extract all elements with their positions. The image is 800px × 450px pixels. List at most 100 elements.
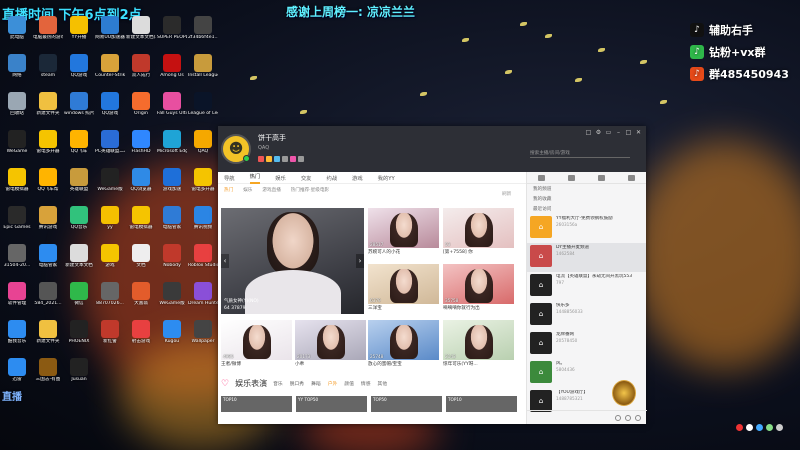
desktop-icon[interactable]: 三国志-有图 [33, 358, 63, 382]
ranking-thumb[interactable]: YY TOP50 [296, 396, 367, 412]
desktop-icon[interactable]: 雷电多开器 [188, 168, 218, 192]
search-input[interactable]: 搜索主播/房间/游戏 [530, 148, 630, 158]
window-control-button[interactable]: ✕ [635, 129, 642, 136]
desktop-icon[interactable]: YY开播 [64, 16, 94, 40]
section-tab-6[interactable]: 其他 [378, 380, 388, 387]
desktop-icon[interactable]: 射击游戏 [126, 320, 156, 344]
desktop-icon[interactable]: 文档 [126, 244, 156, 268]
info-icon[interactable] [635, 414, 641, 421]
desktop-icon[interactable]: 英雄联盟 [64, 168, 94, 192]
desktop-icon[interactable]: 电脑管家 [33, 244, 63, 268]
channel-item[interactable]: ⌂ 龙牌番网 20578450 [527, 330, 646, 359]
keyboard-icon[interactable] [776, 423, 783, 431]
desktop-icon[interactable]: 双人成行 [126, 54, 156, 78]
home-icon[interactable] [538, 174, 546, 181]
window-control-button[interactable]: □ [625, 129, 632, 136]
desktop-icon[interactable]: QQ游戏 [64, 54, 94, 78]
stream-card[interactable]: 35758 嘀嘀嘀你就行为出 [443, 264, 514, 311]
subtab-0[interactable]: 热门 [224, 187, 233, 193]
desktop-icon[interactable]: Origin [126, 92, 156, 116]
desktop-icon[interactable]: Fall Guys Ultimate [157, 92, 187, 116]
sidebar-section-0[interactable]: 我的频道 [527, 184, 646, 194]
ranking-thumb[interactable]: TOP50 [371, 396, 442, 412]
desktop-icon[interactable]: Among Us [157, 54, 187, 78]
section-tab-5[interactable]: 情感 [361, 380, 371, 387]
desktop-icon[interactable]: 软件管理 [2, 282, 32, 306]
tab-3[interactable]: 交友 [301, 174, 312, 182]
user-icon[interactable] [597, 174, 605, 181]
desktop-icon[interactable]: Install League o... [188, 54, 218, 78]
carousel-next-icon[interactable]: › [356, 254, 364, 268]
desktop-icon[interactable]: Epic Games [2, 206, 32, 230]
stream-card[interactable]: 25748 放心的蜜帽/宝宝 [368, 320, 439, 367]
stream-card[interactable]: 53 [第+7558] 你 [443, 208, 514, 255]
desktop-icon[interactable]: QQ游戏 [95, 92, 125, 116]
channel-item[interactable]: ⌂ YY福利大厅-免费领钢权鼓励 2603156a [527, 214, 646, 243]
desktop-icon[interactable]: WeGame [2, 130, 32, 154]
desktop-icon[interactable]: 游戏加速 [157, 168, 187, 192]
desktop-icon[interactable]: WeGame版 [95, 168, 125, 192]
desktop-icon[interactable]: 31504-20... [2, 244, 32, 268]
window-control-button[interactable]: ▭ [605, 129, 612, 136]
featured-stream[interactable]: ‹ › 气质女神(Y)(NO) 64 37879 [221, 208, 364, 314]
desktop-icon[interactable]: Nobody [157, 244, 187, 268]
ime-icon[interactable] [736, 423, 743, 431]
section-tab-3[interactable]: 户外 [328, 380, 338, 387]
desktop-icon[interactable]: 2f34b6f4e1... [188, 16, 218, 40]
desktop-icon[interactable]: yy [95, 206, 125, 230]
tab-1[interactable]: 热门 [249, 172, 261, 184]
tray-icon[interactable] [746, 423, 753, 431]
subtab-2[interactable]: 游戏直播 [262, 187, 280, 193]
desktop-icon[interactable]: WeGame版 [157, 282, 187, 306]
desktop-icon[interactable]: 88707026... [95, 282, 125, 306]
desktop-icon[interactable]: 新建文本文档 [64, 244, 94, 268]
desktop-icon[interactable]: SUPER PEOPLE CBT [157, 16, 187, 40]
desktop-icon[interactable]: Counter-Strike Global Off... [95, 54, 125, 78]
section-tab-0[interactable]: 音乐 [273, 380, 283, 387]
section-tab-2[interactable]: 舞蹈 [311, 380, 321, 387]
section-tab-1[interactable]: 脱口秀 [290, 380, 304, 387]
desktop-icon[interactable]: 新建文件夹 [33, 320, 63, 344]
desktop-icon[interactable]: QAQ [188, 130, 218, 154]
sidebar-section-1[interactable]: 我的收藏 [527, 194, 646, 204]
desktop-icon[interactable]: 迅雷 [2, 358, 32, 382]
desktop-icon[interactable]: 新红警 [95, 320, 125, 344]
desktop-icon[interactable]: 电脑管家 [157, 206, 187, 230]
section-tab-4[interactable]: 颜值 [344, 380, 354, 387]
desktop-icon[interactable]: 584_2021... [33, 282, 63, 306]
tab-2[interactable]: 娱乐 [275, 174, 286, 182]
desktop-icon[interactable]: 新建文件夹 [33, 92, 63, 116]
desktop-icon[interactable]: 雷电多开器 [33, 130, 63, 154]
subtab-1[interactable]: 娱乐 [243, 187, 252, 193]
desktop-icon[interactable]: 酷我音乐 [2, 320, 32, 344]
desktop-icon[interactable]: PC英雄联盟二次元 [95, 130, 125, 154]
tab-5[interactable]: 游戏 [352, 174, 363, 182]
volume-icon[interactable] [766, 423, 773, 431]
desktop-icon[interactable]: 雷电模拟器 [2, 168, 32, 192]
window-control-button[interactable]: – [615, 129, 622, 136]
desktop-icon[interactable]: 网络 [2, 54, 32, 78]
desktop-icon[interactable]: QQ浏览器 [126, 168, 156, 192]
channel-item[interactable]: ⌂ DY主播开麦频道 1462584 [527, 243, 646, 272]
desktop-icon[interactable]: Dream Hunter [188, 282, 218, 306]
desktop-icon[interactable]: Microsoft Edge [157, 130, 187, 154]
desktop-icon[interactable]: 新建文本文档(2) [126, 16, 156, 40]
window-control-button[interactable]: ⚙ [595, 129, 602, 136]
desktop-icon[interactable]: 雷电模拟器 [126, 206, 156, 230]
avatar[interactable]: ☻ [221, 134, 251, 164]
sidebar-section-2[interactable]: 最近访问 [527, 204, 646, 214]
desktop-icon[interactable]: 腾讯视频 [188, 206, 218, 230]
settings-icon[interactable] [625, 414, 631, 421]
grid-icon[interactable] [627, 174, 635, 181]
ranking-thumb[interactable]: TOP10 [446, 396, 517, 412]
desktop-icon[interactable]: 回收站 [2, 92, 32, 116]
desktop-icon[interactable]: Roblox Studio [188, 244, 218, 268]
tab-6[interactable]: 我的YY [378, 174, 395, 182]
mic-tray-icon[interactable] [756, 423, 763, 431]
carousel-prev-icon[interactable]: ‹ [221, 254, 229, 268]
channel-item[interactable]: ⌂ 快乐多 1448856033 [527, 301, 646, 330]
ranking-thumb[interactable]: TOP10 [221, 396, 292, 412]
stream-card[interactable]: 4985 王者/微博 [221, 320, 292, 367]
channel-item[interactable]: ⌂ 电流【英雄联盟】永劫无间开黑玩553 797 [527, 272, 646, 301]
desktop-icon[interactable]: PHOENIX [64, 320, 94, 344]
